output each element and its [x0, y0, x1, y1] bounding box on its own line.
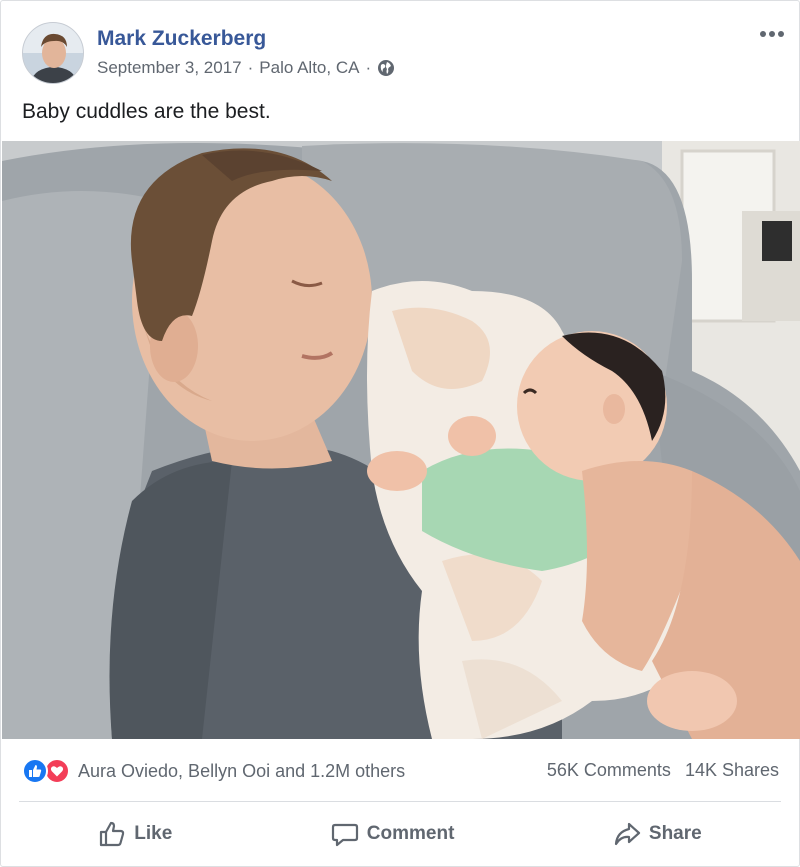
share-button[interactable]: Share [587, 812, 728, 856]
thumbs-up-icon [100, 821, 125, 847]
post-caption: Baby cuddles are the best. [22, 100, 271, 123]
post-meta: September 3, 2017 · Palo Alto, CA · [97, 58, 395, 78]
meta-separator: · [247, 58, 254, 77]
reactions-summary[interactable]: Aura Oviedo, Bellyn Ooi and 1.2M others [22, 758, 405, 784]
facebook-post-card: Mark Zuckerberg September 3, 2017 · Palo… [0, 0, 800, 867]
reaction-names[interactable]: Aura Oviedo, Bellyn Ooi and 1.2M others [78, 761, 405, 782]
comment-bubble-icon [331, 823, 358, 847]
more-options-button[interactable] [757, 21, 787, 47]
post-date[interactable]: September 3, 2017 [97, 58, 242, 78]
post-action-bar: Like Comment Share [19, 807, 781, 861]
post-photo[interactable] [2, 141, 800, 739]
post-location[interactable]: Palo Alto, CA [259, 58, 359, 78]
meta-separator: · [365, 58, 372, 77]
like-label: Like [134, 823, 173, 844]
shares-count[interactable]: 14K Shares [685, 760, 779, 781]
share-label: Share [648, 823, 702, 844]
comment-label: Comment [366, 823, 455, 844]
share-arrow-icon [614, 822, 641, 846]
globe-icon[interactable] [377, 59, 395, 77]
ellipsis-icon [760, 31, 784, 37]
author-name-link[interactable]: Mark Zuckerberg [97, 27, 266, 51]
author-avatar[interactable] [22, 22, 84, 84]
like-button[interactable]: Like [72, 812, 198, 856]
comments-count[interactable]: 56K Comments [547, 760, 671, 781]
comment-button[interactable]: Comment [305, 812, 481, 856]
like-reaction-icon [22, 758, 48, 784]
divider [19, 801, 781, 802]
engagement-counts: 56K Comments 14K Shares [547, 760, 779, 781]
